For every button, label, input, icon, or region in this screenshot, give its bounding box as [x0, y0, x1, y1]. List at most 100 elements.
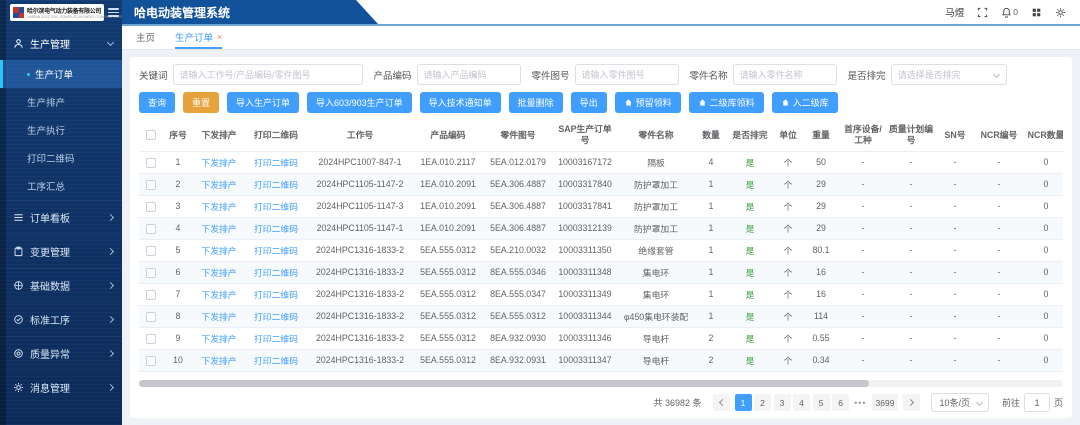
dispatch-link[interactable]: 下发排产 — [201, 202, 236, 212]
sidebar-item-standard-process[interactable]: 标准工序 — [0, 302, 122, 336]
close-tab-icon[interactable]: × — [217, 32, 222, 42]
cell-qty: 1 — [695, 173, 727, 195]
sidebar-item-base-data[interactable]: 基础数据 — [0, 268, 122, 302]
company-logo-icon — [13, 7, 24, 18]
apps-grid-icon[interactable] — [1031, 7, 1042, 18]
query-button[interactable]: 查询 — [139, 92, 175, 113]
notification-bell-icon[interactable]: 0 — [1001, 7, 1018, 18]
batch-delete-button[interactable]: 批量删除 — [509, 92, 563, 113]
row-checkbox[interactable] — [146, 158, 156, 168]
dispatch-link[interactable]: 下发排产 — [201, 224, 236, 234]
reset-button[interactable]: 重置 — [183, 92, 219, 113]
prev-page-button[interactable] — [713, 394, 730, 411]
filter-product-code-input[interactable] — [417, 64, 521, 85]
sidebar-item-production-scheduling[interactable]: 生产排产 — [0, 88, 122, 116]
row-checkbox[interactable] — [146, 268, 156, 278]
sidebar-item-order-board[interactable]: 订单看板 — [0, 200, 122, 234]
dispatch-link[interactable]: 下发排产 — [201, 356, 236, 366]
print-qrcode-link[interactable]: 打印二维码 — [254, 334, 298, 344]
pagination-ellipsis[interactable]: ••• — [854, 398, 866, 408]
tab-home[interactable]: 主页 — [136, 26, 155, 49]
print-qrcode-link[interactable]: 打印二维码 — [254, 202, 298, 212]
table-row: 3下发排产打印二维码2024HPC1105-1147-31EA.010.2091… — [139, 195, 1063, 217]
sidebar-group-production-management[interactable]: 生产管理 — [0, 27, 122, 60]
next-page-button[interactable] — [903, 394, 920, 411]
fullscreen-icon[interactable] — [977, 7, 988, 18]
dispatch-link[interactable]: 下发排产 — [201, 180, 236, 190]
sidebar-item-print-qrcode[interactable]: 打印二维码 — [0, 144, 122, 172]
secondary-store-pick-button[interactable]: 二级库领料 — [689, 92, 764, 113]
row-checkbox[interactable] — [146, 246, 156, 256]
row-checkbox[interactable] — [146, 224, 156, 234]
tab-production-order[interactable]: 生产订单× — [175, 26, 222, 49]
print-qrcode-link[interactable]: 打印二维码 — [254, 290, 298, 300]
page-size-select[interactable]: 10条/页 — [931, 393, 989, 412]
row-checkbox[interactable] — [146, 312, 156, 322]
settings-gear-icon[interactable] — [1055, 7, 1066, 18]
filter-part-name-input[interactable] — [733, 64, 837, 85]
scrollbar-thumb[interactable] — [139, 380, 869, 387]
sidebar-item-message-management[interactable]: 消息管理 — [0, 370, 122, 404]
print-qrcode-link[interactable]: 打印二维码 — [254, 158, 298, 168]
filter-schedule-complete-select[interactable]: 请选择是否排完 — [891, 64, 1007, 85]
column-header: 零件名称 — [617, 120, 695, 151]
page-button-1[interactable]: 1 — [735, 394, 752, 411]
username[interactable]: 马煜 — [945, 5, 964, 19]
scheduled-complete-flag: 是 — [746, 224, 755, 234]
cell-first-equipment: - — [839, 261, 887, 283]
select-all-checkbox[interactable] — [146, 130, 156, 140]
horizontal-scrollbar[interactable] — [139, 380, 1063, 387]
dispatch-link[interactable]: 下发排产 — [201, 312, 236, 322]
into-secondary-store-button[interactable]: 入二级库 — [772, 92, 838, 113]
sidebar-item-production-order[interactable]: 生产订单 — [0, 60, 122, 88]
cell-product-code: 5EA.555.0312 — [413, 305, 483, 327]
print-qrcode-link[interactable]: 打印二维码 — [254, 268, 298, 278]
export-button[interactable]: 导出 — [571, 92, 607, 113]
dispatch-link[interactable]: 下发排产 — [201, 158, 236, 168]
print-qrcode-link[interactable]: 打印二维码 — [254, 246, 298, 256]
import-tech-notice-button[interactable]: 导入技术通知单 — [420, 92, 501, 113]
sidebar-item-process-summary[interactable]: 工序汇总 — [0, 172, 122, 200]
cell-sn: - — [935, 151, 975, 173]
page-button-6[interactable]: 6 — [832, 394, 849, 411]
dispatch-link[interactable]: 下发排产 — [201, 246, 236, 256]
print-qrcode-link[interactable]: 打印二维码 — [254, 312, 298, 322]
cell-part-no: 5EA.555.0312 — [483, 305, 553, 327]
orders-table-wrap: 序号下发排产打印二维码工作号产品编码零件图号SAP生产订单号零件名称数量是否排完… — [139, 120, 1063, 378]
cell-part-no: 8EA.932.0930 — [483, 327, 553, 349]
cell-no: 4 — [163, 217, 193, 239]
page-button-5[interactable]: 5 — [813, 394, 830, 411]
cell-ncr-no: - — [975, 239, 1023, 261]
row-checkbox[interactable] — [146, 202, 156, 212]
page-button-4[interactable]: 4 — [793, 394, 810, 411]
cell-ncr-no: - — [975, 261, 1023, 283]
import-production-order-button[interactable]: 导入生产订单 — [227, 92, 299, 113]
row-checkbox[interactable] — [146, 180, 156, 190]
cell-weight: 29 — [803, 173, 839, 195]
print-qrcode-link[interactable]: 打印二维码 — [254, 356, 298, 366]
dispatch-link[interactable]: 下发排产 — [201, 268, 236, 278]
sidebar-collapse-icon[interactable] — [108, 6, 119, 18]
page-button-3[interactable]: 3 — [774, 394, 791, 411]
row-checkbox[interactable] — [146, 290, 156, 300]
row-checkbox[interactable] — [146, 356, 156, 366]
print-qrcode-link[interactable]: 打印二维码 — [254, 180, 298, 190]
page-button-2[interactable]: 2 — [754, 394, 771, 411]
dispatch-link[interactable]: 下发排产 — [201, 290, 236, 300]
sidebar-item-production-execution[interactable]: 生产执行 — [0, 116, 122, 144]
sidebar-item-quality-exception[interactable]: 质量异常 — [0, 336, 122, 370]
sidebar-item-change-management[interactable]: 变更管理 — [0, 234, 122, 268]
filter-keyword-input[interactable] — [173, 64, 363, 85]
row-checkbox[interactable] — [146, 334, 156, 344]
goto-page-input[interactable] — [1024, 393, 1050, 412]
scheduled-complete-flag: 是 — [746, 180, 755, 190]
filter-part-drawing-no-input[interactable] — [575, 64, 679, 85]
dispatch-link[interactable]: 下发排产 — [201, 334, 236, 344]
goto-label: 前往 — [1002, 396, 1020, 409]
import-603-903-button[interactable]: 导入603/903生产订单 — [307, 92, 412, 113]
last-page-button[interactable]: 3699 — [872, 394, 899, 411]
print-qrcode-link[interactable]: 打印二维码 — [254, 224, 298, 234]
reserve-material-button[interactable]: 预留领料 — [615, 92, 681, 113]
cell-print: 打印二维码 — [245, 217, 307, 239]
cell-ncr-qty: 0 — [1023, 195, 1063, 217]
